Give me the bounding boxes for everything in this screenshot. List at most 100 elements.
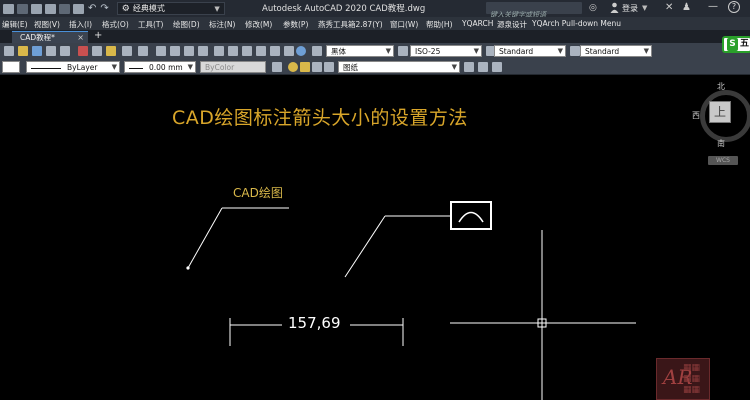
workspace-selector[interactable]: ⚙ 经典模式 ▼ [116, 2, 225, 15]
binoculars-icon[interactable]: ◎ [589, 3, 597, 13]
menu-yanxiu-tools[interactable]: 燕秀工具箱2.87(Y) [318, 19, 383, 30]
zoom-previous-icon[interactable] [198, 46, 208, 56]
plot-icon[interactable] [73, 3, 84, 14]
cut-icon[interactable] [78, 46, 88, 56]
preview-icon[interactable] [60, 46, 70, 56]
open-icon[interactable] [18, 46, 28, 56]
menu-help[interactable]: 帮助(H) [426, 19, 453, 30]
compass-north[interactable]: 北 [717, 81, 725, 92]
undo-icon[interactable] [122, 46, 132, 56]
zoom-realtime-icon[interactable] [170, 46, 180, 56]
menu-insert[interactable]: 插入(I) [69, 19, 92, 30]
markup-icon[interactable] [270, 46, 280, 56]
menu-modify[interactable]: 修改(M) [245, 19, 272, 30]
workspace-label: 经典模式 [132, 4, 165, 13]
tab-label: CAD教程* [20, 33, 55, 42]
chevron-down-icon: ▼ [385, 47, 391, 55]
close-icon[interactable]: × [77, 32, 84, 43]
dim-style-select[interactable]: ISO-25 ▼ [410, 45, 482, 57]
new-tab-button[interactable]: + [94, 30, 102, 41]
layer-freeze-icon[interactable] [300, 62, 310, 72]
linetype-sample [31, 67, 61, 69]
viewcube[interactable]: 上 北 南 西 WCS [692, 81, 750, 174]
compass-south[interactable]: 南 [717, 138, 725, 149]
user-icon[interactable] [610, 2, 619, 13]
tool-palettes-icon[interactable] [242, 46, 252, 56]
properties-toolbar: ByLayer ▼ 0.00 mm ▼ ByColor 图纸 ▼ [0, 60, 750, 75]
five-badge-text: 五 [740, 39, 750, 49]
undo-icon[interactable]: ↶ [88, 3, 96, 14]
menu-dimension[interactable]: 标注(N) [209, 19, 235, 30]
pan-icon[interactable] [156, 46, 166, 56]
layer-select[interactable]: 图纸 ▼ [338, 61, 460, 73]
calculator-icon[interactable] [284, 46, 294, 56]
multileader-style-icon[interactable] [570, 46, 580, 56]
arc-symbol-box [450, 201, 492, 230]
layer-value: 图纸 [343, 63, 358, 72]
redo-icon[interactable] [138, 46, 148, 56]
table-style-select[interactable]: Standard ▼ [494, 45, 566, 57]
stay-connected-icon[interactable]: ♟ [682, 2, 691, 13]
search-input[interactable]: 键入关键字或短语 [486, 2, 582, 19]
properties-icon[interactable] [214, 46, 224, 56]
viewcube-top-face[interactable]: 上 [709, 101, 731, 123]
menu-view[interactable]: 视图(V) [34, 19, 60, 30]
menu-format[interactable]: 格式(O) [102, 19, 129, 30]
layer-properties-icon[interactable] [272, 62, 282, 72]
window-title: Autodesk AutoCAD 2020 CAD教程.dwg [262, 4, 426, 14]
paste-icon[interactable] [106, 46, 116, 56]
sheet-set-icon[interactable] [256, 46, 266, 56]
layer-previous-icon[interactable] [478, 62, 488, 72]
chevron-down-icon: ▼ [643, 47, 649, 55]
color-select[interactable] [2, 61, 20, 73]
dim-style-icon[interactable] [398, 46, 408, 56]
chevron-down-icon[interactable]: ▼ [642, 4, 647, 12]
copy-icon[interactable] [92, 46, 102, 56]
exchange-apps-icon[interactable]: ✕ [665, 2, 673, 13]
open-file-icon[interactable] [31, 3, 42, 14]
save-icon[interactable] [32, 46, 42, 56]
menu-edit[interactable]: 编辑(E) [2, 19, 28, 30]
layer-state-icon[interactable] [492, 62, 502, 72]
plot-style-select[interactable]: ByColor [200, 61, 266, 73]
leader-arrowhead [186, 266, 190, 270]
layer-lock-icon[interactable] [312, 62, 322, 72]
zoom-window-icon[interactable] [184, 46, 194, 56]
layer-on-icon[interactable] [288, 62, 298, 72]
leader-line-2 [344, 215, 386, 278]
plot-style-value: ByColor [205, 63, 235, 72]
multileader-style-select[interactable]: Standard ▼ [580, 45, 652, 57]
help-icon[interactable] [296, 46, 306, 56]
help-icon[interactable]: ? [728, 1, 740, 13]
five-badge[interactable]: S五 [722, 36, 750, 53]
design-center-icon[interactable] [228, 46, 238, 56]
text-style-icon[interactable] [312, 46, 322, 56]
tab-cad-tutorial[interactable]: CAD教程* × [12, 31, 88, 43]
login-link[interactable]: 登录 [622, 3, 638, 14]
redo-icon[interactable]: ↷ [100, 3, 108, 14]
menu-yqarch-pulldown[interactable]: YQArch Pull-down Menu [532, 19, 621, 28]
wcs-menu[interactable]: WCS [708, 156, 738, 165]
menu-tools[interactable]: 工具(T) [138, 19, 163, 30]
new-icon[interactable] [4, 46, 14, 56]
lineweight-select[interactable]: 0.00 mm ▼ [124, 61, 196, 73]
make-current-layer-icon[interactable] [464, 62, 474, 72]
save-as-icon[interactable] [59, 3, 70, 14]
layer-color-icon[interactable] [324, 62, 334, 72]
drawing-canvas[interactable]: CAD绘图标注箭头大小的设置方法 CAD绘图 157,69 [0, 76, 750, 400]
menu-draw[interactable]: 绘图(D) [173, 19, 200, 30]
plot-icon[interactable] [46, 46, 56, 56]
menu-parametric[interactable]: 参数(P) [283, 19, 308, 30]
chevron-down-icon: ▼ [187, 63, 193, 71]
menu-window[interactable]: 窗口(W) [390, 19, 418, 30]
text-style-select[interactable]: 黑体 ▼ [326, 45, 394, 57]
new-file-icon[interactable] [17, 3, 28, 14]
minimize-button[interactable]: — [708, 1, 718, 12]
menu-yqarch[interactable]: YQARCH [462, 19, 493, 28]
app-menu-icon[interactable] [3, 3, 14, 14]
menu-yuanquan[interactable]: 源泉设计 [497, 19, 527, 30]
save-icon[interactable] [45, 3, 56, 14]
linetype-select[interactable]: ByLayer ▼ [26, 61, 120, 73]
compass-west[interactable]: 西 [692, 110, 700, 121]
five-badge-letter: S [727, 38, 738, 51]
